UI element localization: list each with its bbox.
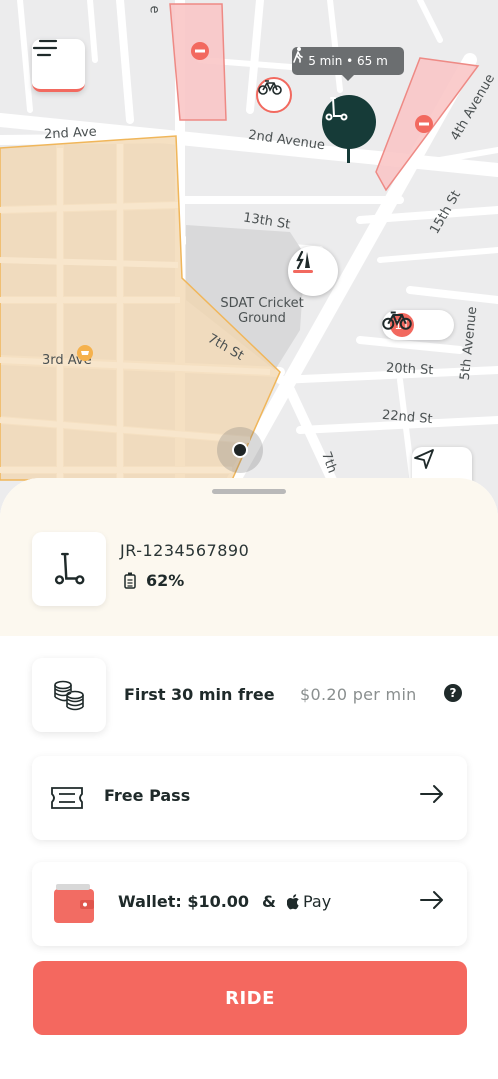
apple-pay-label: Pay [303, 892, 332, 911]
no-entry-icon [415, 115, 433, 133]
parking-icon [293, 250, 313, 273]
ride-bottom-sheet: JR-1234567890 62% First 30 min free $0.2… [0, 478, 498, 1079]
arrow-right-icon [420, 891, 443, 909]
pricing-row: First 30 min free $0.20 per min ? [0, 658, 498, 734]
bike-marker[interactable] [256, 77, 292, 113]
battery-icon [124, 572, 136, 589]
scooter-icon [54, 552, 85, 585]
pricing-thumbnail [32, 658, 106, 732]
battery-level: 62% [124, 571, 184, 590]
vehicle-summary: JR-1234567890 62% [0, 478, 498, 636]
price-per-minute: $0.20 per min [300, 685, 417, 704]
walk-icon [293, 47, 303, 63]
apple-icon [287, 893, 299, 909]
bike-cluster-marker[interactable]: 11 [382, 310, 454, 340]
street-label: 2nd Ave [43, 124, 98, 143]
vehicle-thumbnail [32, 532, 106, 606]
apple-pay: Pay [287, 892, 331, 911]
street-label: 20th St [385, 360, 434, 379]
landmark-label: SDAT Cricket Ground [220, 296, 304, 326]
walk-info-tooltip: 5 min • 65 m [292, 47, 404, 81]
parking-station-pin[interactable] [288, 246, 338, 296]
wallet-payment-card[interactable]: Wallet: $10.00 & Pay [32, 862, 467, 946]
ticket-icon [51, 787, 83, 809]
street-label: e [146, 5, 162, 14]
vehicle-id: JR-1234567890 [120, 541, 250, 560]
user-location [217, 427, 263, 473]
navigate-icon [414, 449, 434, 469]
map-view[interactable]: 2nd Ave 2nd Avenue 4th Avenue 13th St 15… [0, 0, 498, 540]
bike-icon [258, 80, 282, 95]
coins-icon [54, 680, 84, 711]
pin-stick [347, 146, 350, 163]
sheet-drag-handle[interactable] [212, 489, 286, 494]
no-entry-icon [191, 42, 209, 60]
menu-icon [32, 39, 58, 57]
arrow-right-icon [420, 785, 443, 803]
location-dot-icon [232, 442, 248, 458]
wallet-label: Wallet: $10.00 [118, 892, 250, 911]
wallet-amp: & [262, 892, 276, 911]
pricing-help-icon[interactable]: ? [444, 684, 462, 702]
menu-button[interactable] [32, 39, 85, 92]
scooter-icon [325, 97, 348, 121]
battery-percent: 62% [146, 571, 185, 590]
free-minutes-text: First 30 min free [124, 685, 275, 704]
free-pass-label: Free Pass [104, 786, 191, 805]
selected-scooter-pin[interactable] [322, 95, 376, 149]
place-marker-icon[interactable] [77, 345, 93, 361]
free-pass-card[interactable]: Free Pass [32, 756, 467, 840]
walk-info-text: 5 min • 65 m [308, 54, 388, 68]
ride-button[interactable]: RIDE [33, 961, 467, 1035]
bike-icon [382, 311, 412, 330]
wallet-icon [54, 884, 94, 923]
